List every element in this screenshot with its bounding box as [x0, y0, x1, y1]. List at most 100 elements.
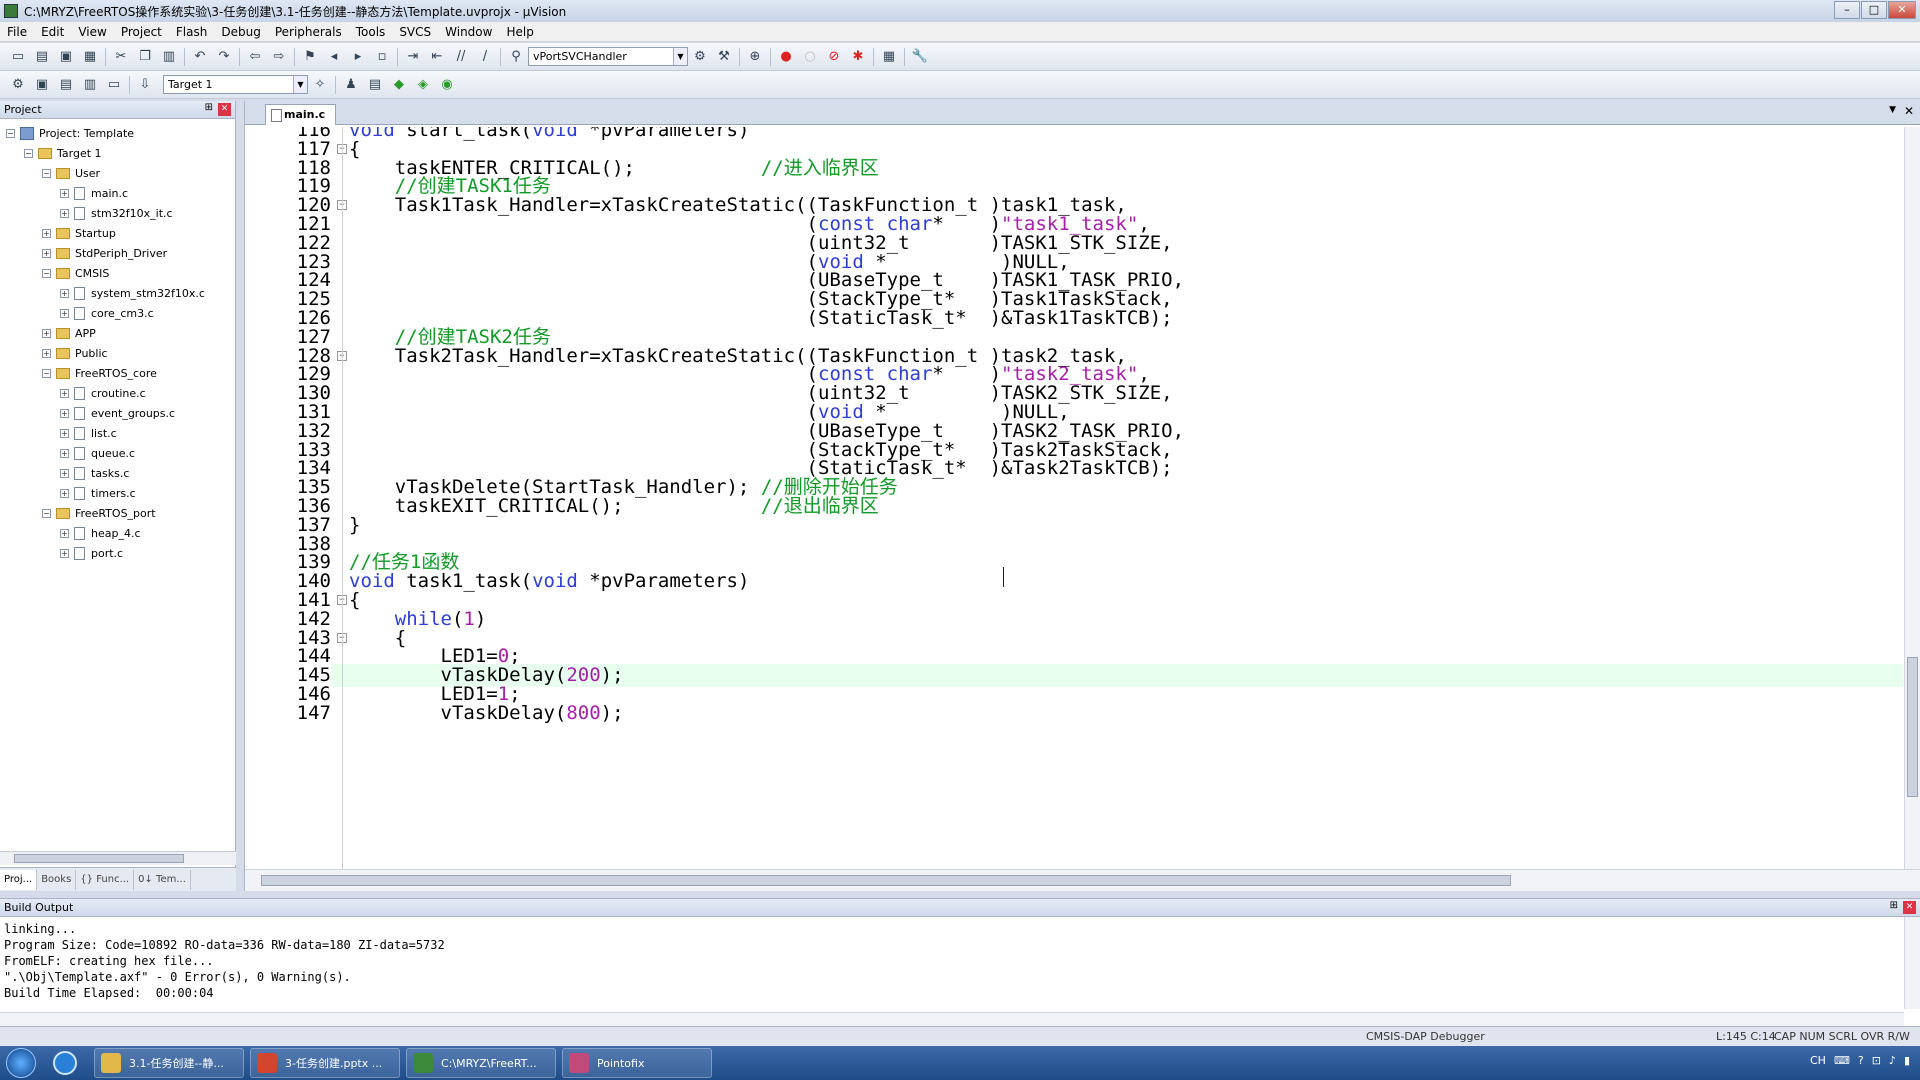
tab-list-dropdown-icon[interactable]: ▼: [1889, 105, 1896, 115]
function-combo[interactable]: vPortSVCHandler ▼: [528, 47, 688, 66]
chevron-down-icon[interactable]: ▼: [293, 76, 307, 93]
tree-item[interactable]: + tasks.c: [60, 463, 129, 483]
menu-window[interactable]: Window: [438, 25, 499, 39]
expand-icon[interactable]: +: [60, 468, 69, 478]
keyboard-icon[interactable]: ⌨: [1834, 1054, 1850, 1067]
close-tab-icon[interactable]: ✕: [1904, 104, 1914, 118]
network-icon[interactable]: ⊡: [1872, 1054, 1881, 1067]
panel-tab[interactable]: {} Func...: [76, 869, 135, 890]
start-button[interactable]: [0, 1046, 42, 1080]
tree-item[interactable]: + list.c: [60, 423, 117, 443]
expand-icon[interactable]: +: [42, 328, 51, 338]
menu-help[interactable]: Help: [499, 25, 540, 39]
find-in-files-icon[interactable]: ⚲: [507, 48, 525, 66]
copy-icon[interactable]: ❐: [136, 48, 154, 66]
paste-icon[interactable]: ▥: [160, 48, 178, 66]
editor-horizontal-scrollbar[interactable]: [245, 869, 1920, 891]
tree-item[interactable]: + system_stm32f10x.c: [60, 283, 205, 303]
expand-icon[interactable]: +: [42, 228, 51, 238]
new-file-icon[interactable]: ▭: [9, 48, 27, 66]
input-language[interactable]: CH: [1810, 1054, 1826, 1067]
select-packs-icon[interactable]: ◈: [414, 76, 432, 94]
menu-file[interactable]: File: [0, 25, 34, 39]
expand-icon[interactable]: +: [60, 488, 69, 498]
taskbar-item[interactable]: C:\MRYZ\FreeRT...: [406, 1048, 556, 1078]
project-horizontal-scrollbar[interactable]: [0, 851, 236, 865]
tree-item[interactable]: − FreeRTOS_core: [42, 363, 157, 383]
expand-icon[interactable]: +: [60, 528, 69, 538]
debug-start-icon[interactable]: ⊕: [746, 48, 764, 66]
tree-item[interactable]: − FreeRTOS_port: [42, 503, 156, 523]
expand-icon[interactable]: +: [60, 408, 69, 418]
disable-breakpoint-icon[interactable]: ○: [801, 48, 819, 66]
tree-item[interactable]: − CMSIS: [42, 263, 109, 283]
tree-item[interactable]: − Project: Template: [6, 123, 134, 143]
menu-edit[interactable]: Edit: [34, 25, 71, 39]
expand-icon[interactable]: +: [60, 288, 69, 298]
target-options-icon[interactable]: ✧: [311, 76, 329, 94]
taskbar-item[interactable]: 3-任务创建.pptx ...: [250, 1048, 400, 1078]
menu-tools[interactable]: Tools: [349, 25, 393, 39]
bookmark-icon[interactable]: ⚑: [301, 48, 319, 66]
menu-view[interactable]: View: [71, 25, 113, 39]
build-icon[interactable]: ▣: [33, 76, 51, 94]
show-desktop-icon[interactable]: ▮: [1904, 1054, 1910, 1067]
comment-icon[interactable]: //: [452, 48, 470, 66]
find-icon[interactable]: ⚒: [715, 48, 733, 66]
volume-icon[interactable]: ♪: [1889, 1054, 1896, 1067]
tree-item[interactable]: + croutine.c: [60, 383, 146, 403]
tree-item[interactable]: + core_cm3.c: [60, 303, 154, 323]
tree-item[interactable]: + APP: [42, 323, 96, 343]
collapse-icon[interactable]: −: [42, 368, 51, 378]
tree-item[interactable]: − User: [42, 163, 100, 183]
scrollbar-thumb[interactable]: [261, 875, 1511, 886]
expand-icon[interactable]: +: [60, 208, 69, 218]
code-line[interactable]: 147 vTaskDelay(800);: [245, 701, 1903, 725]
collapse-icon[interactable]: −: [24, 148, 33, 158]
expand-icon[interactable]: +: [42, 248, 51, 258]
close-icon[interactable]: ✕: [218, 103, 231, 116]
rebuild-icon[interactable]: ▤: [57, 76, 75, 94]
pack-installer-icon[interactable]: ◆: [390, 76, 408, 94]
tree-item[interactable]: + Startup: [42, 223, 116, 243]
code-area[interactable]: 116 void start_task(void *pvParameters) 11…: [245, 127, 1903, 869]
manage-rte-icon[interactable]: ◉: [438, 76, 456, 94]
prev-bookmark-icon[interactable]: ◂: [325, 48, 343, 66]
indent-icon[interactable]: ⇥: [404, 48, 422, 66]
expand-icon[interactable]: +: [60, 188, 69, 198]
collapse-icon[interactable]: −: [42, 168, 51, 178]
expand-icon[interactable]: +: [60, 448, 69, 458]
navigate-back-icon[interactable]: ⇦: [246, 48, 264, 66]
taskbar-item[interactable]: Pointofix: [562, 1048, 712, 1078]
target-combo[interactable]: Target 1 ▼: [163, 75, 308, 94]
expand-icon[interactable]: +: [60, 548, 69, 558]
tree-item[interactable]: + StdPeriph_Driver: [42, 243, 167, 263]
menu-svcs[interactable]: SVCS: [392, 25, 438, 39]
window-layout-icon[interactable]: ▦: [880, 48, 898, 66]
panel-tab[interactable]: Books: [37, 869, 77, 890]
tree-item[interactable]: + heap_4.c: [60, 523, 141, 543]
close-button[interactable]: ✕: [1888, 1, 1916, 19]
expand-icon[interactable]: +: [42, 348, 51, 358]
expand-icon[interactable]: +: [60, 428, 69, 438]
collapse-icon[interactable]: −: [6, 128, 15, 138]
tree-item[interactable]: + main.c: [60, 183, 128, 203]
help-icon[interactable]: ?: [1858, 1054, 1864, 1067]
configure-icon[interactable]: 🔧: [911, 48, 929, 66]
pin-icon[interactable]: ⊞: [1890, 900, 1898, 911]
expand-icon[interactable]: +: [60, 308, 69, 318]
menu-peripherals[interactable]: Peripherals: [268, 25, 349, 39]
scrollbar-thumb[interactable]: [1907, 657, 1918, 797]
save-icon[interactable]: ▣: [57, 48, 75, 66]
minimize-button[interactable]: –: [1834, 1, 1860, 19]
tree-item[interactable]: + Public: [42, 343, 108, 363]
editor-vertical-scrollbar[interactable]: [1904, 127, 1920, 869]
download-icon[interactable]: ⇩: [136, 76, 154, 94]
undo-icon[interactable]: ↶: [191, 48, 209, 66]
navigate-forward-icon[interactable]: ⇨: [270, 48, 288, 66]
batch-build-icon[interactable]: ▥: [81, 76, 99, 94]
tree-item[interactable]: + port.c: [60, 543, 123, 563]
build-output-vertical-scrollbar[interactable]: [1904, 917, 1920, 1009]
next-bookmark-icon[interactable]: ▸: [349, 48, 367, 66]
file-extensions-icon[interactable]: ▤: [366, 76, 384, 94]
